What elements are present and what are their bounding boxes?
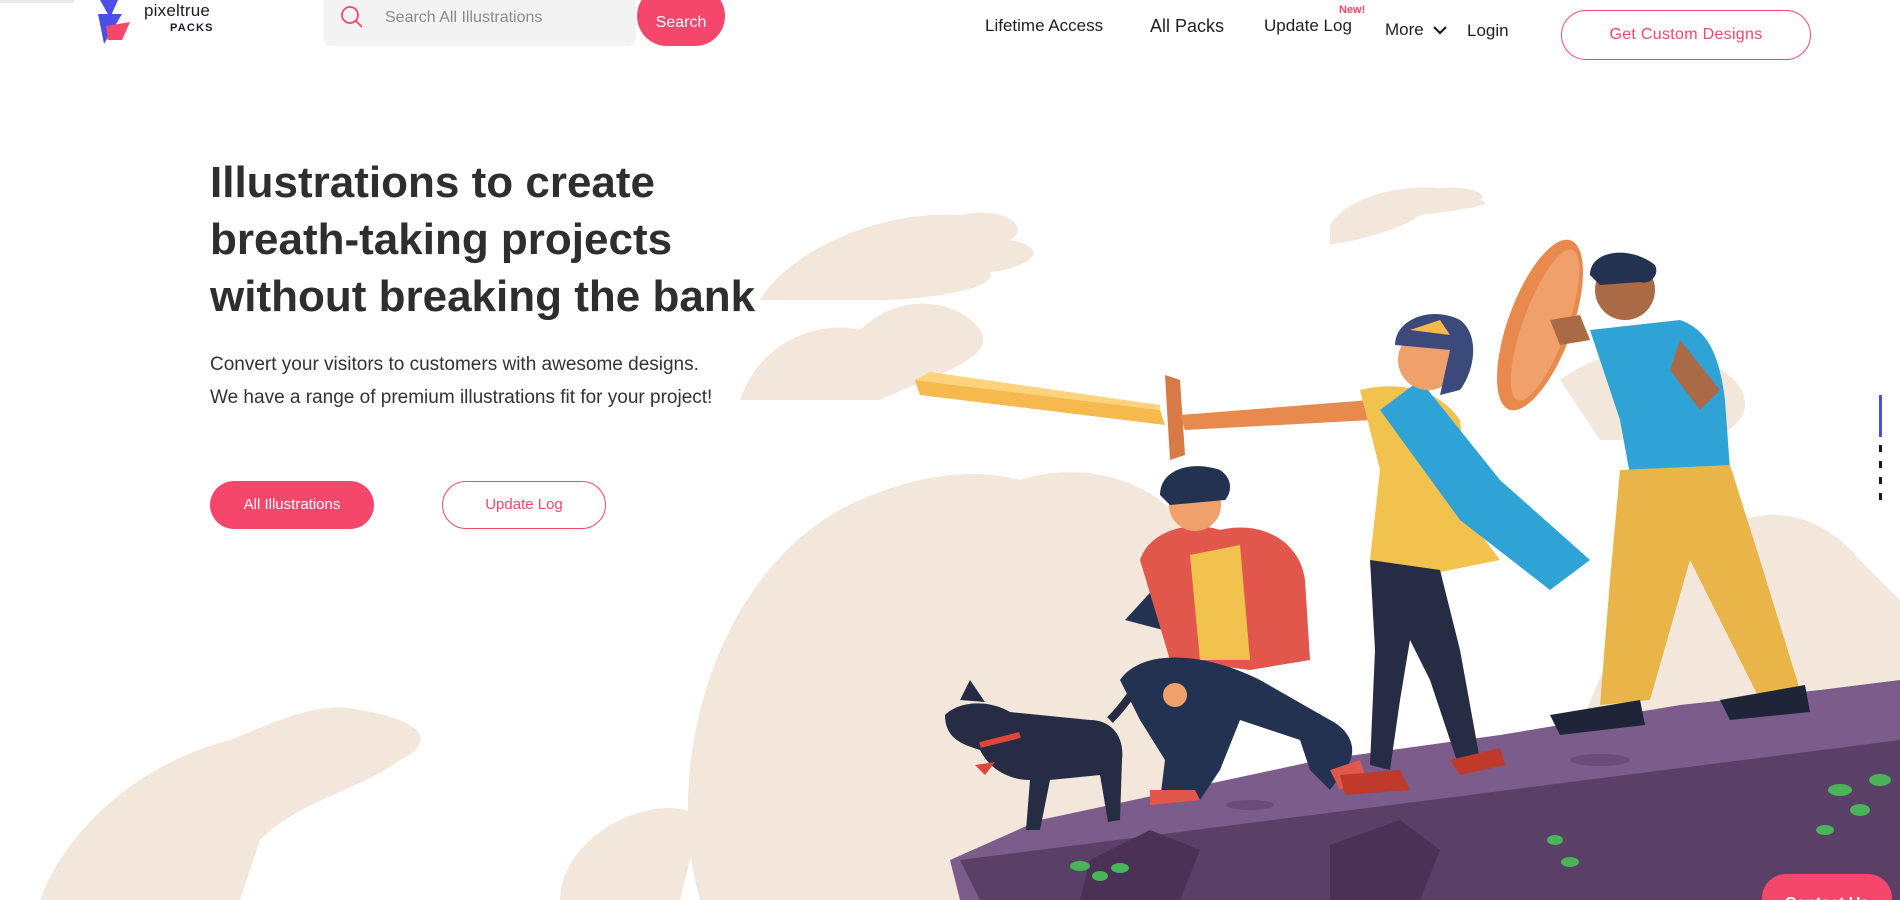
hero-subtitle: Convert your visitors to customers with … xyxy=(210,348,830,414)
contact-us-button[interactable]: Contact Us xyxy=(1762,874,1892,900)
nav-update-log[interactable]: Update Log xyxy=(1264,16,1352,36)
all-illustrations-button[interactable]: All Illustrations xyxy=(210,481,374,529)
logo-name: pixeltrue xyxy=(144,1,211,20)
get-custom-designs-button[interactable]: Get Custom Designs xyxy=(1561,10,1811,60)
logo-sub: PACKS xyxy=(170,22,214,34)
pager-dot[interactable] xyxy=(1879,477,1882,484)
pager-dot[interactable] xyxy=(1879,493,1882,500)
search-box xyxy=(323,0,636,46)
new-badge: New! xyxy=(1339,4,1366,16)
hero-subtitle-line: We have a range of premium illustrations… xyxy=(210,387,713,408)
hero-title: Illustrations to create breath-taking pr… xyxy=(210,154,850,325)
hero-title-line: breath-taking projects xyxy=(210,215,673,264)
nav-all-packs[interactable]: All Packs xyxy=(1150,16,1224,37)
hero-illustration xyxy=(40,187,1900,900)
pager-active-indicator[interactable] xyxy=(1879,395,1882,437)
logo[interactable]: pixeltrue PACKS xyxy=(96,0,236,44)
hero-title-line: Illustrations to create xyxy=(210,158,656,207)
section-pager xyxy=(1878,395,1884,505)
nav-more-dropdown[interactable]: More xyxy=(1385,20,1448,40)
pager-dot[interactable] xyxy=(1879,461,1882,468)
hero-title-line: without breaking the bank xyxy=(210,272,756,321)
logo-text: pixeltrue PACKS xyxy=(144,2,214,34)
search-icon xyxy=(341,6,363,28)
nav-login[interactable]: Login xyxy=(1467,21,1509,41)
search-button[interactable]: Search xyxy=(637,0,725,46)
chevron-down-icon xyxy=(1432,26,1447,35)
top-progress-strip xyxy=(0,0,74,3)
pager-dot[interactable] xyxy=(1879,445,1882,452)
page: pixeltrue PACKS Search Lifetime Access A… xyxy=(0,0,1900,900)
pixeltrue-logo-icon xyxy=(98,0,130,44)
nav-lifetime-access[interactable]: Lifetime Access xyxy=(985,16,1103,36)
search-input[interactable] xyxy=(383,4,623,32)
nav-more-label: More xyxy=(1385,20,1424,39)
man-with-shield-illustration xyxy=(1496,239,1810,735)
site-header: pixeltrue PACKS Search Lifetime Access A… xyxy=(0,0,1900,70)
update-log-button[interactable]: Update Log xyxy=(442,481,606,529)
hero-subtitle-line: Convert your visitors to customers with … xyxy=(210,354,699,375)
